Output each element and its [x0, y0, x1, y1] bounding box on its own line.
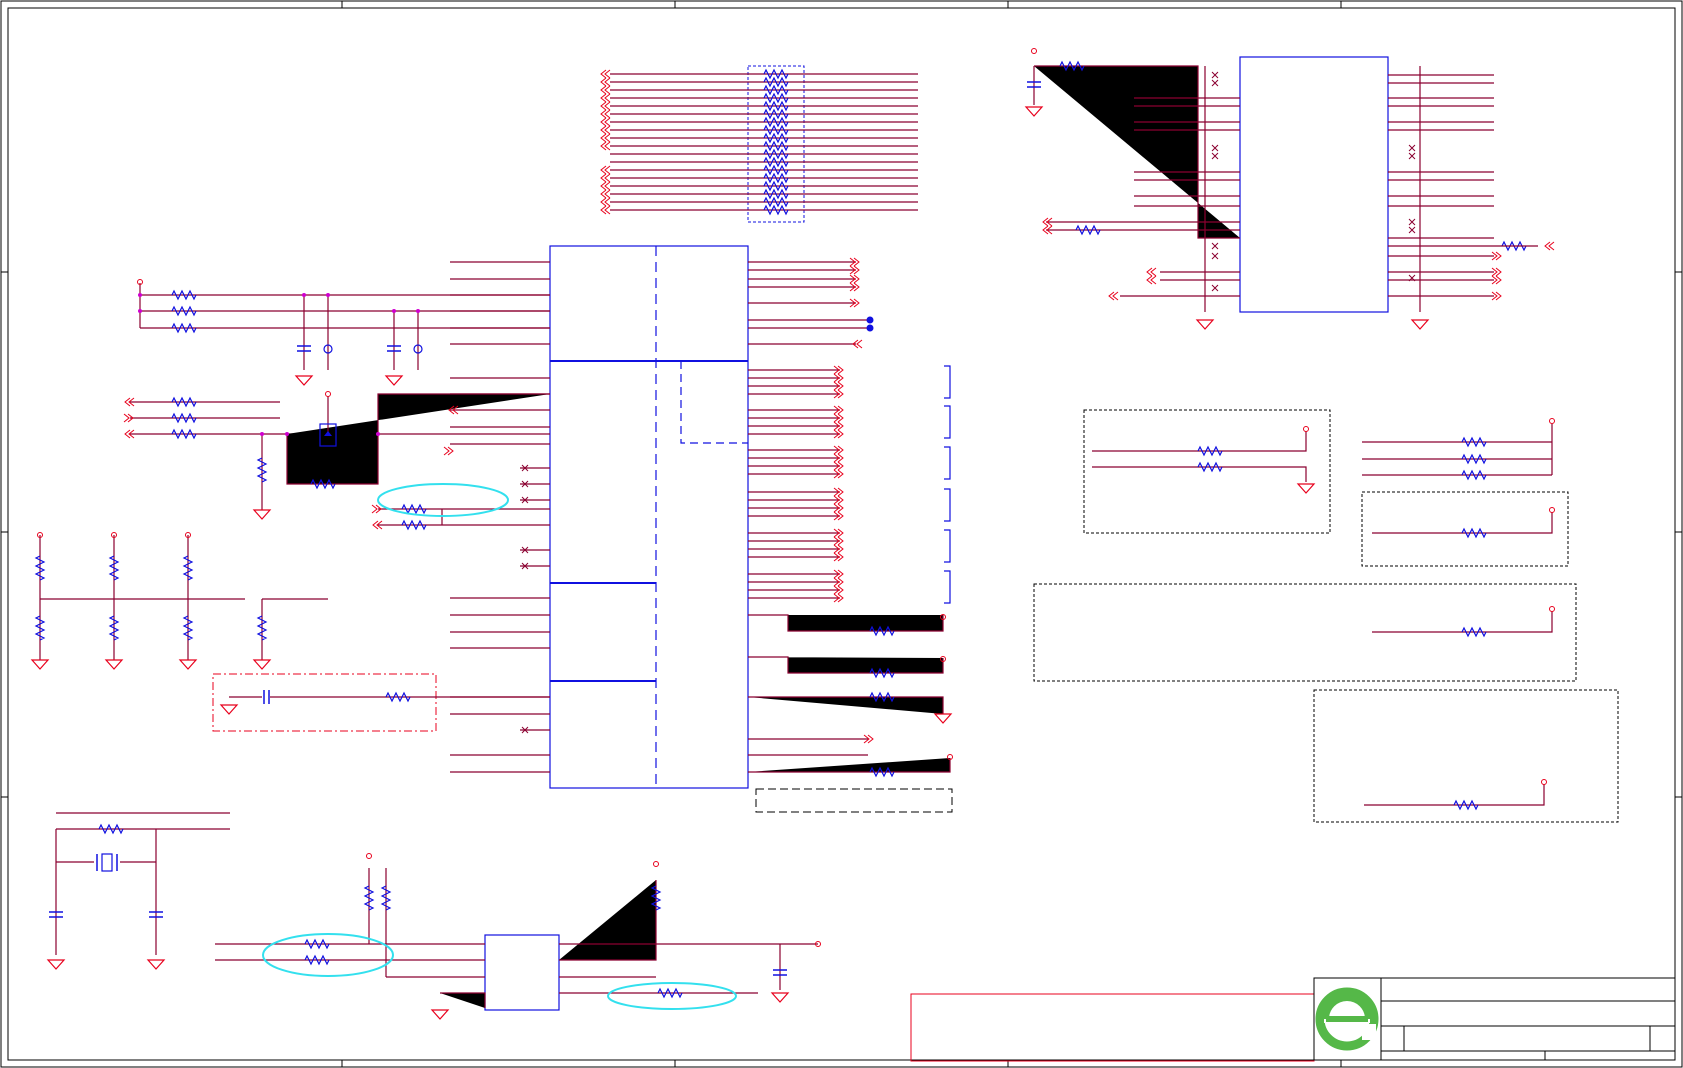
power-pullup-section [123, 279, 550, 520]
note-box [910, 993, 1315, 1062]
bottom-interface-ic [215, 853, 821, 1020]
bias-divider-network [31, 532, 328, 670]
crystal-oscillator [47, 812, 230, 970]
schematic-sheet [0, 0, 1683, 1068]
series-resistor-pair-left [371, 483, 550, 530]
resistor-array-bus [600, 65, 918, 223]
option-resistor-blocks [1033, 409, 1619, 823]
schematic-canvas [0, 0, 1683, 1068]
rc-filter-block [212, 673, 550, 732]
company-logo-e [1315, 987, 1379, 1051]
connector-header [1025, 48, 1555, 330]
main-ic [450, 245, 953, 813]
